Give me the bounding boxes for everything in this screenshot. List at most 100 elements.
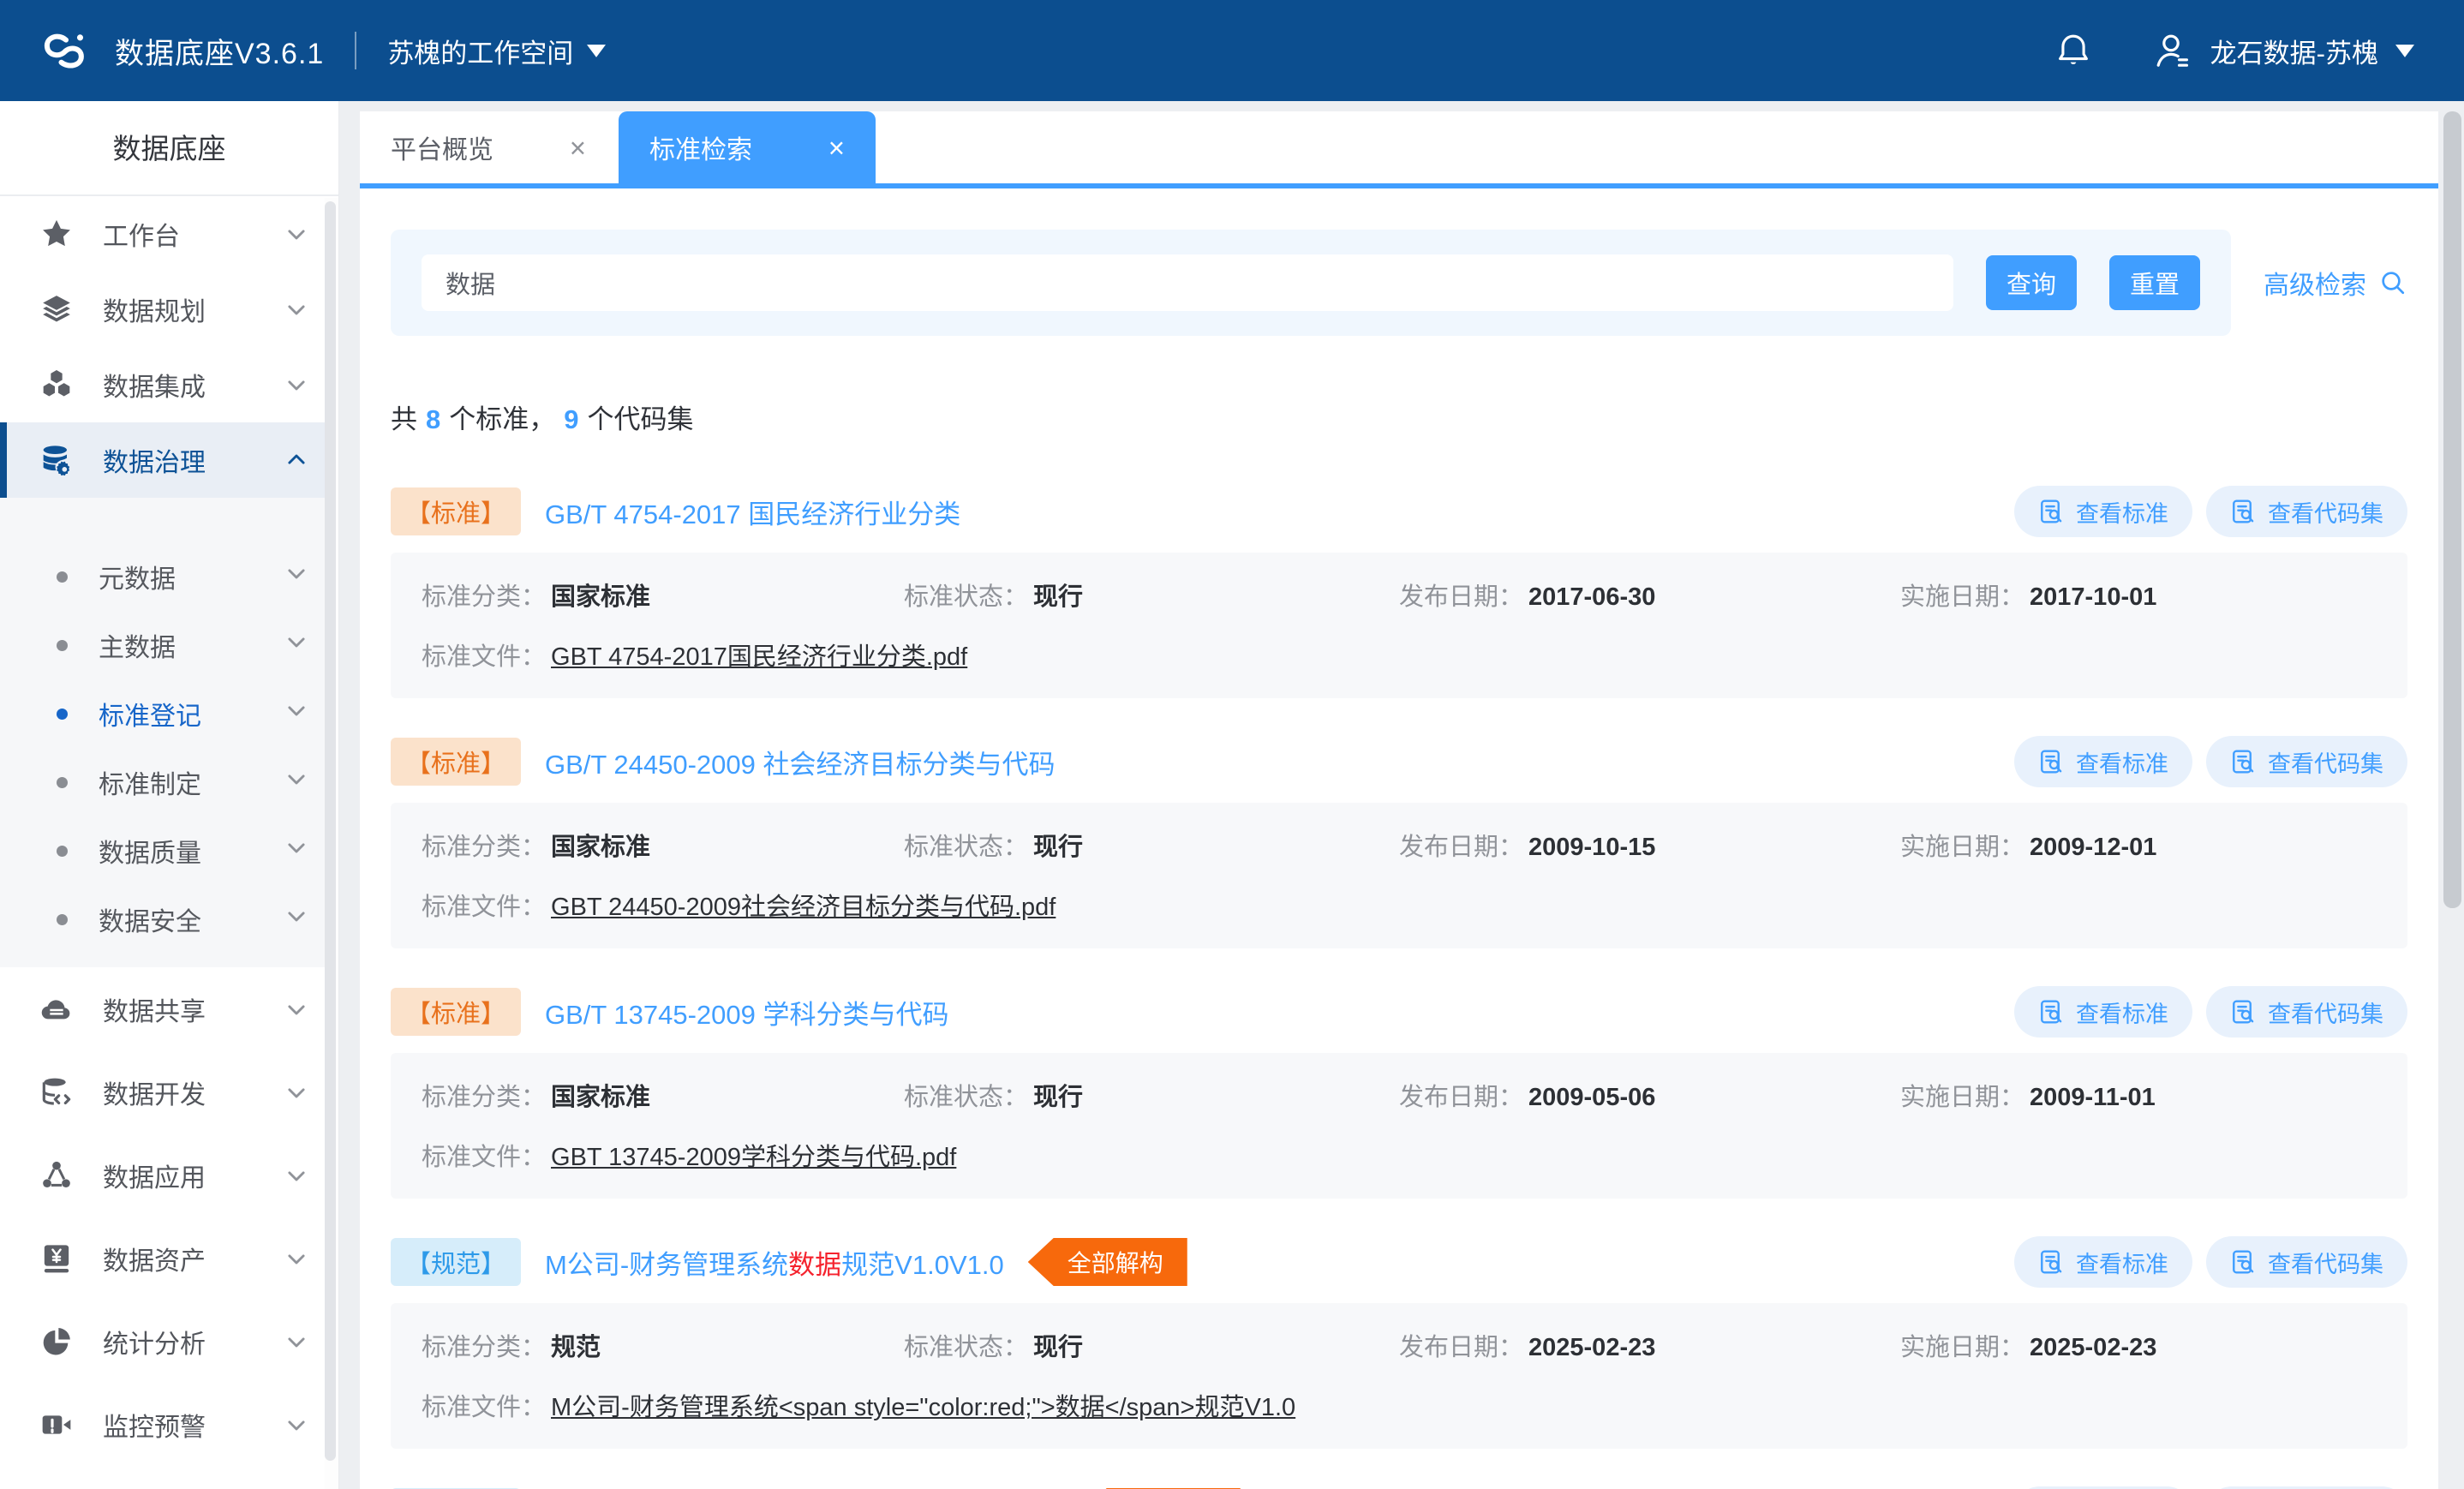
item-title-link[interactable]: GB/T 24450-2009 社会经济目标分类与代码	[545, 743, 1056, 781]
meta-label: 标准文件：	[422, 894, 546, 921]
chevron-down-icon	[587, 45, 606, 57]
tab-standard-search[interactable]: 标准检索 ×	[619, 111, 876, 183]
sidebar-subitem-master-data[interactable]: 主数据	[0, 611, 338, 679]
layers-icon	[39, 292, 77, 326]
tab-label: 标准检索	[649, 129, 752, 166]
meta-value: 规范	[551, 1334, 601, 1361]
sidebar-nav: 工作台数据规划数据集成数据治理元数据主数据标准登记标准制定数据质量数据安全数据共…	[0, 196, 338, 1466]
meta-label: 标准分类：	[422, 583, 546, 611]
view-codeset-button[interactable]: 查看代码集	[2206, 736, 2407, 787]
tab-platform-overview[interactable]: 平台概览×	[360, 111, 617, 183]
standard-file-link[interactable]: GBT 24450-2009社会经济目标分类与代码.pdf	[551, 894, 1056, 921]
view-standard-button[interactable]: 查看标准	[2014, 1236, 2192, 1288]
sidebar-item-workbench[interactable]: 工作台	[0, 196, 338, 272]
standard-file-link[interactable]: M公司-财务管理系统<span style="color:red;">数据</s…	[551, 1394, 1295, 1421]
result-item: 【标准】GB/T 24450-2009 社会经济目标分类与代码查看标准查看代码集…	[391, 734, 2407, 948]
bullet-dot-icon	[57, 914, 68, 925]
pill-label: 查看代码集	[2268, 996, 2383, 1029]
query-button[interactable]: 查询	[1986, 255, 2077, 310]
result-item: 【规范】M公司-客户关系管理系统数据规范V1.0V1.0全部解构查看标准查看代码…	[391, 1485, 2407, 1489]
share-nodes-icon	[39, 1158, 77, 1193]
meta-field: 发布日期：2009-10-15	[1399, 827, 1900, 863]
advanced-search-link[interactable]: 高级检索	[2264, 264, 2407, 302]
item-title-link[interactable]: M公司-财务管理系统数据规范V1.0V1.0	[545, 1243, 1004, 1282]
sidebar-item-data-governance[interactable]: 数据治理	[0, 422, 338, 498]
sidebar-item-label: 数据规划	[103, 290, 284, 328]
item-tag: 【规范】	[391, 1238, 521, 1286]
meta-label: 标准文件：	[422, 1144, 546, 1171]
sidebar-subitem-data-quality[interactable]: 数据质量	[0, 816, 338, 885]
sidebar-item-data-assets[interactable]: 数据资产	[0, 1217, 338, 1300]
meta-label: 实施日期：	[1900, 583, 2024, 611]
view-standard-button[interactable]: 查看标准	[2014, 486, 2192, 537]
sidebar-subitem-label: 数据质量	[99, 832, 284, 870]
meta-label: 标准状态：	[904, 1334, 1028, 1361]
meta-label: 标准文件：	[422, 1394, 546, 1421]
item-title-link[interactable]: GB/T 4754-2017 国民经济行业分类	[545, 493, 960, 531]
meta-field: 标准状态：现行	[904, 577, 1399, 613]
chevron-down-icon	[284, 296, 309, 322]
doc-search-icon	[2230, 998, 2258, 1026]
user-menu[interactable]: 龙石数据-苏槐	[2152, 30, 2414, 71]
meta-value: 现行	[1033, 1334, 1083, 1361]
view-codeset-button[interactable]: 查看代码集	[2206, 486, 2407, 537]
view-standard-button[interactable]: 查看标准	[2014, 986, 2192, 1038]
chevron-down-icon	[284, 560, 309, 593]
sidebar-subitem-standard-drafting[interactable]: 标准制定	[0, 748, 338, 816]
sidebar-item-data-sharing[interactable]: 数据共享	[0, 967, 338, 1050]
item-actions: 查看标准 查看代码集	[2014, 1236, 2407, 1288]
pill-label: 查看标准	[2076, 1246, 2168, 1279]
chevron-down-icon	[284, 1329, 309, 1354]
meta-row: 标准分类：国家标准标准状态：现行发布日期：2009-05-06实施日期：2009…	[422, 1077, 2377, 1113]
sidebar-title: 数据底座	[0, 101, 338, 196]
meta-value: 现行	[1033, 834, 1083, 861]
results-list: 【标准】GB/T 4754-2017 国民经济行业分类查看标准查看代码集标准分类…	[391, 484, 2407, 1489]
sidebar-item-data-development[interactable]: 数据开发	[0, 1050, 338, 1133]
sidebar-subitem-standard-registry[interactable]: 标准登记	[0, 679, 338, 748]
meta-value: 现行	[1033, 583, 1083, 611]
standard-file-link[interactable]: GBT 4754-2017国民经济行业分类.pdf	[551, 643, 967, 671]
notification-bell-icon[interactable]	[2054, 32, 2092, 69]
sidebar-subitem-data-security[interactable]: 数据安全	[0, 885, 338, 954]
meta-value: 2017-06-30	[1528, 583, 1655, 611]
sidebar-item-data-integration[interactable]: 数据集成	[0, 347, 338, 422]
meta-label: 标准分类：	[422, 1334, 546, 1361]
chevron-down-icon	[284, 221, 309, 247]
sidebar-item-statistics-analysis[interactable]: 统计分析	[0, 1300, 338, 1383]
workspace-selector[interactable]: 苏槐的工作空间	[387, 32, 606, 70]
sidebar-subitem-metadata[interactable]: 元数据	[0, 542, 338, 611]
search-input[interactable]	[422, 254, 1953, 311]
meta-file-row: 标准文件：GBT 24450-2009社会经济目标分类与代码.pdf	[422, 887, 2377, 923]
item-meta: 标准分类：国家标准标准状态：现行发布日期：2017-06-30实施日期：2017…	[391, 553, 2407, 698]
meta-label: 标准状态：	[904, 834, 1028, 861]
search-panel: 查询 重置	[391, 230, 2231, 336]
page-scrollbar-thumb[interactable]	[2443, 111, 2461, 908]
result-item: 【标准】GB/T 13745-2009 学科分类与代码查看标准查看代码集标准分类…	[391, 984, 2407, 1199]
meta-field: 发布日期：2009-05-06	[1399, 1077, 1900, 1113]
meta-field: 实施日期：2009-12-01	[1900, 827, 2377, 863]
pill-label: 查看代码集	[2268, 495, 2383, 529]
meta-file-row: 标准文件：M公司-财务管理系统<span style="color:red;">…	[422, 1387, 2377, 1423]
meta-label: 标准状态：	[904, 1084, 1028, 1111]
sidebar-item-data-application[interactable]: 数据应用	[0, 1133, 338, 1217]
reset-button[interactable]: 重置	[2109, 255, 2200, 310]
view-codeset-button[interactable]: 查看代码集	[2206, 986, 2407, 1038]
standard-file-link[interactable]: GBT 13745-2009学科分类与代码.pdf	[551, 1144, 956, 1171]
workspace-label: 苏槐的工作空间	[387, 32, 573, 70]
sidebar-subitem-label: 标准制定	[99, 763, 284, 801]
close-icon[interactable]: ×	[828, 134, 845, 162]
pie-chart-icon	[39, 1325, 77, 1359]
sidebar-item-monitoring-alerts[interactable]: 监控预警	[0, 1383, 338, 1466]
view-codeset-button[interactable]: 查看代码集	[2206, 1236, 2407, 1288]
item-title-link[interactable]: GB/T 13745-2009 学科分类与代码	[545, 993, 949, 1032]
close-icon[interactable]: ×	[570, 134, 586, 162]
meta-field: 实施日期：2025-02-23	[1900, 1327, 2377, 1363]
view-standard-button[interactable]: 查看标准	[2014, 736, 2192, 787]
sidebar-subitem-label: 标准登记	[99, 695, 284, 733]
sidebar-scrollbar-thumb[interactable]	[325, 201, 336, 1461]
sidebar-item-data-planning[interactable]: 数据规划	[0, 272, 338, 347]
item-head: 【规范】M公司-财务管理系统数据规范V1.0V1.0全部解构查看标准查看代码集	[391, 1235, 2407, 1289]
results-card: 查询 重置 高级检索 共8个标准，9个代码集 【标准】GB/T 4754-201…	[360, 188, 2438, 1489]
database-gear-icon	[39, 443, 77, 477]
sidebar-item-label: 数据集成	[103, 366, 284, 404]
